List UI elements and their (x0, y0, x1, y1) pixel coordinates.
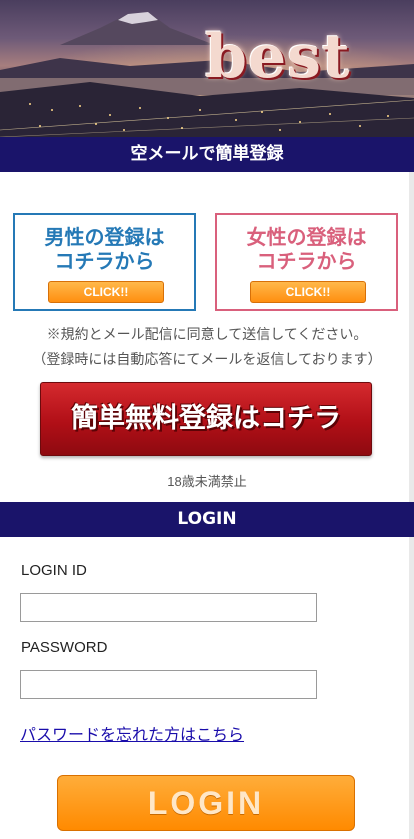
brand-logo: best (205, 22, 351, 92)
male-register-text: 男性の登録は コチラから (15, 225, 194, 273)
age-restriction-notice: 18歳未満禁止 (167, 474, 247, 489)
female-click-button[interactable]: CLICK!! (250, 281, 366, 303)
free-register-button[interactable]: 簡単無料登録はコチラ (40, 382, 372, 456)
login-id-label: LOGIN ID (21, 562, 87, 579)
hero-banner: best (0, 0, 414, 137)
male-register-button[interactable]: 男性の登録は コチラから CLICK!! (13, 213, 196, 311)
female-register-line2: コチラから (256, 249, 357, 273)
login-section-title: LOGIN (0, 502, 414, 537)
terms-notice: ※規約とメール配信に同意して送信してください。 (46, 326, 368, 342)
login-button[interactable]: LOGIN (57, 775, 355, 831)
female-register-line1: 女性の登録は (246, 225, 367, 249)
male-register-line2: コチラから (54, 249, 155, 273)
forgot-password-link[interactable]: パスワードを忘れた方はこちら (20, 721, 244, 745)
male-register-line1: 男性の登録は (44, 225, 165, 249)
female-register-button[interactable]: 女性の登録は コチラから CLICK!! (215, 213, 398, 311)
male-click-button[interactable]: CLICK!! (48, 281, 164, 303)
auto-reply-notice: （登録時には自動応答にてメールを返信しております） (32, 351, 382, 367)
password-input[interactable] (20, 670, 317, 699)
female-register-text: 女性の登録は コチラから (217, 225, 396, 273)
registration-section-title: 空メールで簡単登録 (0, 137, 414, 172)
login-id-input[interactable] (20, 593, 317, 622)
password-label: PASSWORD (21, 639, 108, 656)
